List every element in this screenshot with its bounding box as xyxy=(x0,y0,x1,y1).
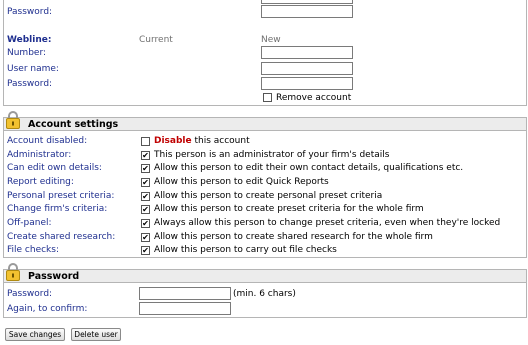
settings-row-description: Allow this person to create shared resea… xyxy=(154,232,433,242)
checkmark-icon: ✔ xyxy=(142,151,149,160)
checkmark-icon: ✔ xyxy=(142,233,149,242)
settings-row-label: Report editing: xyxy=(7,177,74,187)
password-hint: (min. 6 chars) xyxy=(233,289,296,299)
checkmark-icon: ✔ xyxy=(142,178,149,187)
padlock-icon xyxy=(6,263,20,281)
new-password-label: Password: xyxy=(7,289,53,299)
remove-account-checkbox[interactable] xyxy=(263,93,272,102)
delete-user-button[interactable]: Delete user xyxy=(71,328,121,341)
checkmark-icon: ✔ xyxy=(142,164,149,173)
settings-row-checkbox[interactable] xyxy=(141,137,150,146)
number-label: Number: xyxy=(7,48,47,58)
settings-row-description: This person is an administrator of your … xyxy=(154,150,389,160)
settings-row-label: File checks: xyxy=(7,245,59,255)
settings-row-description: Always allow this person to change prese… xyxy=(154,218,500,228)
settings-row-checkbox[interactable]: ✔ xyxy=(141,233,150,242)
settings-row-checkbox[interactable]: ✔ xyxy=(141,151,150,160)
settings-row-text: Allow this person to create personal pre… xyxy=(154,191,383,201)
password-panel-title: Password xyxy=(28,271,80,282)
webline-heading: Webline: xyxy=(7,35,52,45)
col-current-header: Current xyxy=(139,35,173,45)
username-label: User name: xyxy=(7,64,59,74)
webline-password-label: Password: xyxy=(7,79,53,89)
settings-row-text: Allow this person to edit Quick Reports xyxy=(154,177,329,187)
password-top-field[interactable] xyxy=(261,5,353,18)
settings-row-label: Administrator: xyxy=(7,150,72,160)
webline-password-input[interactable] xyxy=(261,77,353,90)
col-new-header: New xyxy=(261,35,281,45)
disable-emphasis: Disable xyxy=(154,136,192,146)
username-input[interactable] xyxy=(261,62,353,75)
settings-row-label: Change firm's criteria: xyxy=(7,204,108,214)
settings-row-text: Allow this person to carry out file chec… xyxy=(154,245,337,255)
save-changes-button[interactable]: Save changes xyxy=(5,328,65,341)
settings-row-text: Always allow this person to change prese… xyxy=(154,218,501,228)
settings-row-checkbox[interactable]: ✔ xyxy=(141,205,150,214)
settings-row-checkbox[interactable]: ✔ xyxy=(141,192,150,201)
settings-row-label: Can edit own details: xyxy=(7,163,102,173)
account-settings-header: Account settings xyxy=(3,117,527,131)
settings-row-checkbox[interactable]: ✔ xyxy=(141,219,150,228)
password-top-label: Password: xyxy=(7,7,53,17)
checkmark-icon: ✔ xyxy=(142,246,149,255)
checkmark-icon: ✔ xyxy=(142,205,149,214)
padlock-icon xyxy=(6,111,20,129)
settings-row-checkbox[interactable]: ✔ xyxy=(141,164,150,173)
settings-row-description: Allow this person to edit Quick Reports xyxy=(154,177,329,187)
settings-row-label: Personal preset criteria: xyxy=(7,191,115,201)
settings-row-label: Off-panel: xyxy=(7,218,52,228)
settings-row-description: Allow this person to create preset crite… xyxy=(154,204,424,214)
account-settings-title: Account settings xyxy=(28,119,119,130)
password-top-input[interactable] xyxy=(261,0,353,4)
settings-row-text: this account xyxy=(191,136,250,146)
settings-row-description: Allow this person to carry out file chec… xyxy=(154,245,337,255)
settings-row-text: Allow this person to edit their own cont… xyxy=(154,163,464,173)
settings-row-checkbox[interactable]: ✔ xyxy=(141,246,150,255)
settings-row-label: Account disabled: xyxy=(7,136,88,146)
settings-row-description: Allow this person to edit their own cont… xyxy=(154,163,463,173)
settings-row-checkbox[interactable]: ✔ xyxy=(141,178,150,187)
settings-row-text: Allow this person to create shared resea… xyxy=(154,232,433,242)
remove-account-label: Remove account xyxy=(276,93,352,103)
checkmark-icon: ✔ xyxy=(142,219,149,228)
settings-row-description: Disable this account xyxy=(154,136,250,146)
new-password-input[interactable] xyxy=(139,287,231,300)
number-input[interactable] xyxy=(261,46,353,59)
confirm-password-label: Again, to confirm: xyxy=(7,304,88,314)
settings-row-description: Allow this person to create personal pre… xyxy=(154,191,382,201)
settings-row-text: Allow this person to create preset crite… xyxy=(154,204,424,214)
password-panel-header: Password xyxy=(3,269,527,283)
confirm-password-input[interactable] xyxy=(139,302,231,315)
checkmark-icon: ✔ xyxy=(142,192,149,201)
settings-row-text: This person is an administrator of your … xyxy=(154,150,390,160)
settings-row-label: Create shared research: xyxy=(7,232,116,242)
